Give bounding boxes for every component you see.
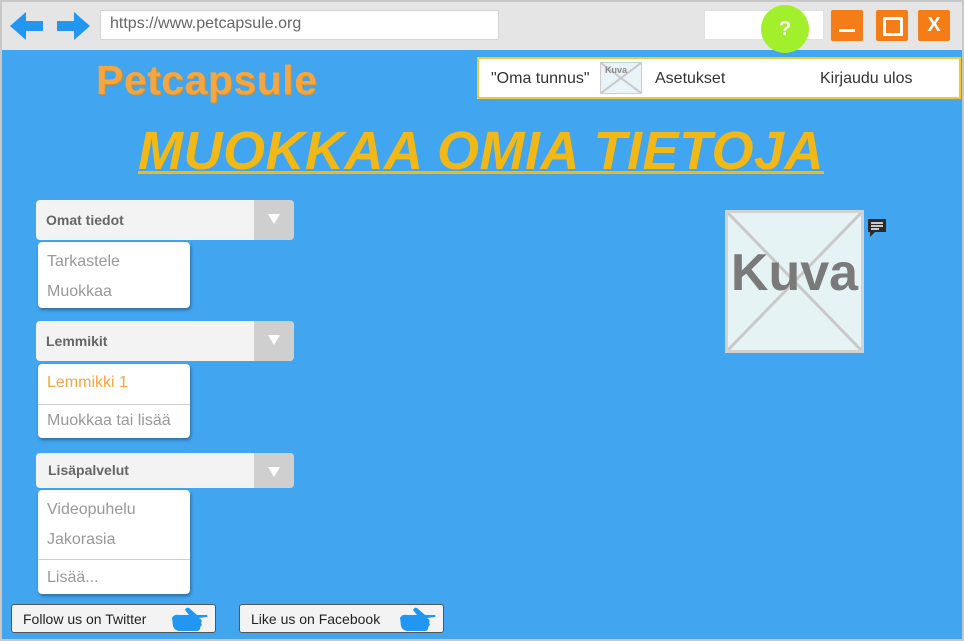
close-button[interactable]: X bbox=[918, 10, 950, 41]
twitter-label: Follow us on Twitter bbox=[23, 611, 147, 627]
settings-link[interactable]: Asetukset bbox=[655, 70, 725, 88]
user-bar: "Oma tunnus" Kuva Asetukset Kirjaudu ulo… bbox=[477, 57, 961, 99]
username-label[interactable]: "Oma tunnus" bbox=[491, 70, 590, 88]
chevron-down-icon bbox=[254, 200, 294, 240]
dropdown-lemmikit[interactable]: Lemmikit bbox=[36, 321, 294, 361]
logout-link[interactable]: Kirjaudu ulos bbox=[820, 70, 913, 88]
dropdown-omat-tiedot[interactable]: Omat tiedot bbox=[36, 200, 294, 240]
arrow-right-icon bbox=[57, 12, 90, 40]
menu-item-videopuhelu[interactable]: Videopuhelu bbox=[47, 501, 136, 519]
menu-item-lisaa[interactable]: Lisää... bbox=[47, 569, 99, 587]
browser-window: https://www.petcapsule.org ? X Petcapsul… bbox=[0, 0, 964, 641]
profile-photo[interactable]: Kuva bbox=[725, 210, 864, 353]
menu-item-muokkaa[interactable]: Muokkaa bbox=[47, 283, 112, 301]
menu-lemmikit: Lemmikki 1 Muokkaa tai lisää bbox=[38, 364, 190, 438]
thumbs-up-icon bbox=[400, 607, 436, 631]
dropdown-label: Lisäpalvelut bbox=[48, 462, 129, 478]
browser-toolbar: https://www.petcapsule.org ? X bbox=[2, 2, 962, 53]
comment-icon[interactable] bbox=[866, 217, 888, 239]
dropdown-lisapalvelut[interactable]: Lisäpalvelut bbox=[36, 453, 294, 488]
page-title: MUOKKAA OMIA TIETOJA bbox=[138, 121, 825, 181]
thumbs-up-icon bbox=[172, 607, 208, 631]
dropdown-label: Lemmikit bbox=[46, 333, 108, 349]
menu-item-muokkaa-tai-lisaa[interactable]: Muokkaa tai lisää bbox=[47, 412, 171, 430]
dropdown-label: Omat tiedot bbox=[46, 212, 124, 228]
site-logo[interactable]: Petcapsule bbox=[96, 57, 318, 104]
menu-lisapalvelut: Videopuhelu Jakorasia Lisää... bbox=[38, 490, 190, 594]
url-bar[interactable]: https://www.petcapsule.org bbox=[100, 10, 499, 40]
menu-omat-tiedot: Tarkastele Muokkaa bbox=[38, 242, 190, 308]
facebook-button[interactable]: Like us on Facebook bbox=[239, 604, 444, 633]
twitter-button[interactable]: Follow us on Twitter bbox=[11, 604, 216, 633]
minimize-button[interactable] bbox=[831, 10, 863, 41]
help-button[interactable]: ? bbox=[761, 5, 809, 53]
avatar-label: Kuva bbox=[605, 65, 628, 75]
menu-item-jakorasia[interactable]: Jakorasia bbox=[47, 531, 115, 549]
photo-label: Kuva bbox=[730, 244, 859, 302]
menu-divider bbox=[38, 559, 190, 560]
back-button[interactable] bbox=[10, 10, 44, 42]
chevron-down-icon bbox=[254, 321, 294, 361]
arrow-left-icon bbox=[10, 12, 43, 40]
maximize-button[interactable] bbox=[876, 10, 908, 41]
facebook-label: Like us on Facebook bbox=[251, 611, 381, 627]
avatar[interactable]: Kuva bbox=[600, 62, 642, 94]
menu-item-tarkastele[interactable]: Tarkastele bbox=[47, 253, 120, 271]
menu-divider bbox=[38, 404, 190, 405]
chevron-down-icon bbox=[254, 453, 294, 488]
forward-button[interactable] bbox=[56, 10, 90, 42]
menu-item-lemmikki-1[interactable]: Lemmikki 1 bbox=[47, 374, 128, 392]
